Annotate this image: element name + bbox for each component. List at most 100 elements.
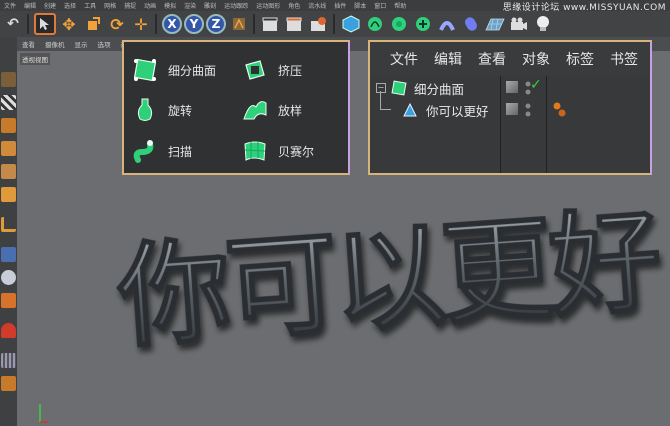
texture-mode-icon[interactable]	[1, 95, 16, 110]
layer-color-icon[interactable]	[506, 81, 518, 93]
undo-icon[interactable]: ↶	[2, 13, 24, 35]
object-name: 细分曲面	[414, 81, 465, 97]
model-mode-icon[interactable]	[1, 72, 16, 87]
om-menu-view[interactable]: 查看	[478, 49, 506, 69]
edges-mode-icon[interactable]	[1, 141, 16, 156]
uv-mode-icon[interactable]	[1, 187, 16, 202]
hierarchy-line	[380, 91, 391, 110]
generator-label: 放样	[278, 103, 303, 118]
loft-icon	[242, 97, 268, 123]
menu-item[interactable]: 运动图形	[252, 1, 284, 10]
light-icon[interactable]	[532, 13, 554, 35]
generator-extrude[interactable]: 挤压	[242, 57, 302, 83]
grid-icon[interactable]	[1, 353, 16, 368]
deformer-icon[interactable]	[436, 13, 458, 35]
text-3d-label: 你可以更好	[113, 196, 664, 364]
cube-primitive-icon[interactable]	[340, 13, 362, 35]
generator-bezier[interactable]: 贝赛尔	[242, 138, 314, 164]
menu-item[interactable]: 工具	[80, 1, 100, 10]
environment-icon[interactable]	[460, 13, 482, 35]
capsule-icon	[465, 17, 477, 31]
move-tool-icon[interactable]: ✥	[58, 13, 80, 35]
generator-loft[interactable]: 放样	[242, 97, 302, 123]
subdivision-surface-icon	[132, 57, 158, 83]
axis-gizmo	[39, 404, 48, 423]
om-menu-file[interactable]: 文件	[390, 49, 418, 69]
coordinate-system-icon[interactable]	[228, 13, 250, 35]
axis-x-button[interactable]: X	[162, 14, 182, 34]
menu-item[interactable]: 流水线	[304, 1, 330, 10]
array-icon[interactable]	[412, 13, 434, 35]
scale-square-icon	[88, 17, 100, 30]
generator-label: 旋转	[168, 103, 193, 118]
menu-item[interactable]: 插件	[330, 1, 350, 10]
viewport-menu-camera[interactable]: 摄像机	[40, 39, 70, 49]
cube-icon	[342, 15, 360, 33]
left-tool-palette	[0, 37, 17, 426]
menu-item[interactable]: 模拟	[160, 1, 180, 10]
generator-sweep[interactable]: 扫描	[132, 138, 192, 164]
toolbar-divider	[253, 14, 255, 34]
axis-mode-icon[interactable]	[1, 217, 16, 232]
menu-item[interactable]: 文件	[0, 1, 20, 10]
rotate-tool-icon[interactable]: ⟳	[106, 13, 128, 35]
camera-icon[interactable]	[508, 13, 530, 35]
snap-icon[interactable]	[1, 270, 16, 285]
menu-item[interactable]: 角色	[284, 1, 304, 10]
menu-item[interactable]: 编辑	[20, 1, 40, 10]
tag-icon[interactable]	[552, 101, 568, 122]
generator-lathe[interactable]: 旋转	[132, 97, 192, 123]
menu-item[interactable]: 动画	[140, 1, 160, 10]
add-tool-icon[interactable]: ✛	[130, 13, 152, 35]
menu-item[interactable]: 运动跟踪	[220, 1, 252, 10]
menu-item[interactable]: 选择	[60, 1, 80, 10]
viewport-label: 透视视图	[20, 53, 50, 65]
generator-subdivision-surface[interactable]: 细分曲面	[132, 57, 216, 83]
generator-label: 扫描	[168, 144, 193, 159]
viewport-menu-display[interactable]: 显示	[70, 39, 93, 49]
magnet-icon[interactable]	[1, 323, 16, 338]
om-menu-tags[interactable]: 标签	[566, 49, 594, 69]
render-picture-icon[interactable]	[284, 13, 306, 35]
main-toolbar: ↶ ✥ ⟳ ✛ X Y Z	[0, 11, 670, 37]
menu-item[interactable]: 帮助	[390, 1, 410, 10]
menu-item[interactable]: 网格	[100, 1, 120, 10]
lock-icon[interactable]	[1, 376, 16, 391]
lathe-icon	[132, 97, 158, 123]
toolbar-divider	[333, 14, 335, 34]
visibility-dots-icon[interactable]	[524, 102, 532, 121]
tweak-mode-icon[interactable]	[1, 247, 16, 262]
viewport-menu-options[interactable]: 选项	[93, 39, 116, 49]
om-menu-edit[interactable]: 编辑	[434, 49, 462, 69]
polygons-mode-icon[interactable]	[1, 164, 16, 179]
axis-y-button[interactable]: Y	[184, 14, 204, 34]
axis-z-button[interactable]: Z	[206, 14, 226, 34]
om-menu-bookmarks[interactable]: 书签	[610, 49, 638, 69]
om-menu-objects[interactable]: 对象	[522, 49, 550, 69]
generator-palette: 细分曲面 挤压 旋转 放样 扫描 贝赛尔	[122, 40, 350, 175]
pen-spline-icon[interactable]	[364, 13, 386, 35]
toolbar-divider	[27, 14, 29, 34]
enabled-check-icon[interactable]: ✓	[530, 77, 542, 93]
menu-item[interactable]: 脚本	[350, 1, 370, 10]
menu-item[interactable]: 创建	[40, 1, 60, 10]
object-row[interactable]: − 细分曲面 ✓	[370, 77, 650, 99]
menu-item[interactable]: 窗口	[370, 1, 390, 10]
render-view-icon[interactable]	[260, 13, 282, 35]
viewport-menu-view[interactable]: 查看	[17, 39, 40, 49]
render-settings-icon[interactable]	[308, 13, 330, 35]
points-mode-icon[interactable]	[1, 118, 16, 133]
clapboard-gear-icon	[311, 17, 326, 31]
menu-item[interactable]: 渲染	[180, 1, 200, 10]
toolbar-divider	[155, 14, 157, 34]
layer-color-icon[interactable]	[506, 103, 518, 115]
menu-item[interactable]: 雕刻	[200, 1, 220, 10]
select-tool-icon[interactable]	[34, 13, 56, 35]
bezier-icon	[242, 138, 268, 164]
floor-icon[interactable]	[484, 13, 506, 35]
object-row[interactable]: 你可以更好	[370, 91, 650, 122]
workplane-icon[interactable]	[1, 293, 16, 308]
subdivision-tool-icon[interactable]	[388, 13, 410, 35]
scale-tool-icon[interactable]	[82, 13, 104, 35]
menu-item[interactable]: 捕捉	[120, 1, 140, 10]
